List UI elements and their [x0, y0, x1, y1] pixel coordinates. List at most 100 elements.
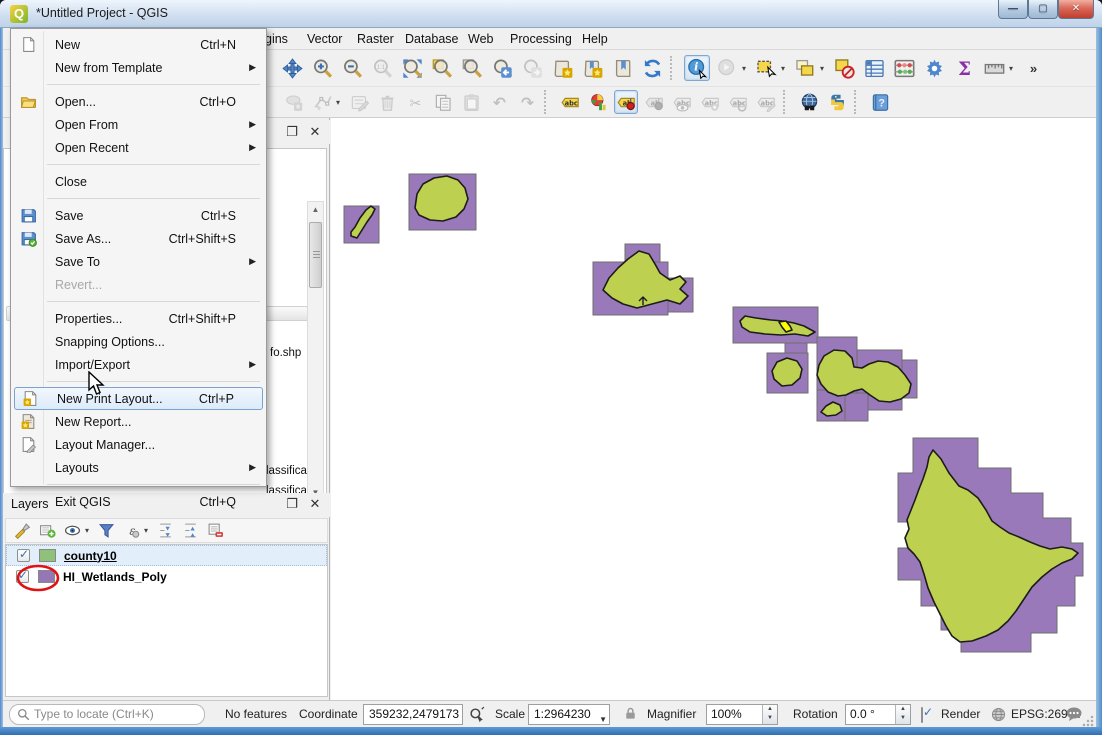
select-features-icon[interactable]	[753, 55, 779, 81]
browser-item-shapefile[interactable]: fo.shp	[270, 347, 301, 359]
map-canvas[interactable]	[331, 118, 1096, 700]
open-layer-styling-icon[interactable]	[11, 520, 34, 542]
cut-features-icon[interactable]: ✂	[403, 90, 427, 114]
deselect-features-icon[interactable]	[831, 55, 857, 81]
measure-line-dropdown-icon[interactable]: ▾	[1009, 55, 1018, 81]
scrollbar-thumb[interactable]	[309, 222, 322, 288]
spinner-arrows-icon[interactable]: ▲▼	[895, 705, 910, 724]
menu-item-revert[interactable]: Revert...	[13, 273, 264, 296]
spinner-arrows-icon[interactable]: ▲▼	[762, 705, 777, 724]
menu-item-snapping-options[interactable]: Snapping Options...	[13, 330, 264, 353]
manage-map-themes-icon[interactable]	[61, 520, 84, 542]
maximize-button[interactable]: ▢	[1028, 0, 1058, 19]
zoom-to-layer-icon[interactable]	[459, 55, 485, 81]
filter-by-expression-dropdown-icon[interactable]: ▾	[144, 518, 153, 544]
collapse-all-icon[interactable]	[179, 520, 202, 542]
crs-globe-icon[interactable]	[991, 707, 1006, 725]
metasearch-icon[interactable]	[797, 90, 821, 114]
menu-item-properties[interactable]: Properties...Ctrl+Shift+P	[13, 307, 264, 330]
menubar-item-help[interactable]: Help	[578, 31, 612, 47]
menu-item-save-to[interactable]: Save To▶	[13, 250, 264, 273]
processing-toolbox-icon[interactable]	[921, 55, 947, 81]
statistical-summary-icon[interactable]: Σ	[951, 55, 977, 81]
rotate-label-icon[interactable]: abc	[726, 90, 750, 114]
menu-item-open-recent[interactable]: Open Recent▶	[13, 136, 264, 159]
pan-map-icon[interactable]	[279, 55, 305, 81]
select-features-by-value-icon[interactable]	[792, 55, 818, 81]
menu-item-import-export[interactable]: Import/Export▶	[13, 353, 264, 376]
select-features-by-value-dropdown-icon[interactable]: ▾	[820, 55, 829, 81]
highlight-pinned-labels-icon[interactable]: ab	[642, 90, 666, 114]
move-label-diagram-icon[interactable]: abc	[698, 90, 722, 114]
show-hidden-labels-icon[interactable]: abc	[670, 90, 694, 114]
menubar-item-processing[interactable]: Processing	[506, 31, 576, 47]
filter-by-expression-icon[interactable]: ε	[120, 520, 143, 542]
basic-statistics-icon[interactable]	[891, 55, 917, 81]
zoom-last-icon[interactable]	[489, 55, 515, 81]
menubar-item-vector[interactable]: Vector	[303, 31, 346, 47]
help-icon[interactable]: ?	[868, 90, 892, 114]
new-spatial-bookmark-icon[interactable]	[549, 55, 575, 81]
select-features-dropdown-icon[interactable]: ▾	[781, 55, 790, 81]
menu-item-save[interactable]: SaveCtrl+S	[13, 204, 264, 227]
layer-name[interactable]: HI_Wetlands_Poly	[63, 570, 167, 584]
change-label-properties-icon[interactable]: abc	[754, 90, 778, 114]
locate-search-input[interactable]: Type to locate (Ctrl+K)	[9, 704, 205, 725]
manage-map-themes-dropdown-icon[interactable]: ▾	[85, 518, 94, 544]
coordinate-input[interactable]: 359232,2479173	[363, 704, 463, 725]
zoom-out-icon[interactable]	[339, 55, 365, 81]
show-spatial-bookmarks-icon[interactable]	[579, 55, 605, 81]
layer-diagram-options-icon[interactable]	[586, 90, 610, 114]
paste-features-icon[interactable]	[459, 90, 483, 114]
menubar-item-web[interactable]: Web	[464, 31, 497, 47]
toolbar-overflow-icon[interactable]: »	[1020, 55, 1046, 81]
render-checkbox[interactable]	[921, 708, 923, 722]
zoom-next-icon[interactable]	[519, 55, 545, 81]
layers-close-icon[interactable]: ✕	[306, 495, 324, 513]
menu-item-new[interactable]: NewCtrl+N	[13, 33, 264, 56]
vertex-tool-dropdown-icon[interactable]: ▾	[336, 89, 345, 115]
delete-selected-icon[interactable]	[375, 90, 399, 114]
menu-item-save-as[interactable]: Save As...Ctrl+Shift+S	[13, 227, 264, 250]
add-group-icon[interactable]	[36, 520, 59, 542]
layers-float-icon[interactable]: ❐	[283, 495, 301, 513]
modify-attributes-icon[interactable]	[347, 90, 371, 114]
scale-combobox[interactable]: 1:2964230 ▼	[528, 704, 610, 725]
extents-icon[interactable]	[469, 706, 486, 726]
close-button[interactable]: ✕	[1058, 0, 1094, 19]
run-feature-action-icon[interactable]	[714, 55, 740, 81]
browser-close-icon[interactable]: ✕	[306, 123, 324, 141]
menu-item-new-from-template[interactable]: New from Template▶	[13, 56, 264, 79]
menubar-item-raster[interactable]: Raster	[353, 31, 398, 47]
resize-grip[interactable]	[1082, 715, 1094, 727]
zoom-full-extent-icon[interactable]	[399, 55, 425, 81]
layer-labeling-options-icon[interactable]: abc	[558, 90, 582, 114]
copy-features-icon[interactable]	[431, 90, 455, 114]
expand-all-icon[interactable]	[154, 520, 177, 542]
messages-icon[interactable]	[1065, 706, 1083, 725]
lock-scale-icon[interactable]	[623, 706, 638, 724]
run-feature-action-dropdown-icon[interactable]: ▾	[742, 55, 751, 81]
magnifier-spinbox[interactable]: 100% ▲▼	[706, 704, 778, 725]
menu-item-close[interactable]: Close	[13, 170, 264, 193]
pin-unpin-labels-icon[interactable]: ab	[614, 90, 638, 114]
menu-item-new-report[interactable]: New Report...	[13, 410, 264, 433]
zoom-in-icon[interactable]	[309, 55, 335, 81]
menu-item-open[interactable]: Open...Ctrl+O	[13, 90, 264, 113]
menu-item-layouts[interactable]: Layouts▶	[13, 456, 264, 479]
refresh-map-icon[interactable]	[639, 55, 665, 81]
undo-icon[interactable]: ↶	[487, 90, 511, 114]
menu-item-new-print-layout[interactable]: New Print Layout...Ctrl+P	[14, 387, 263, 410]
open-attribute-table-icon[interactable]	[861, 55, 887, 81]
layer-name[interactable]: county10	[64, 549, 117, 563]
menu-item-layout-manager[interactable]: Layout Manager...	[13, 433, 264, 456]
redo-icon[interactable]: ↷	[515, 90, 539, 114]
menu-item-open-from[interactable]: Open From▶	[13, 113, 264, 136]
minimize-button[interactable]: —	[998, 0, 1028, 19]
zoom-to-selection-icon[interactable]	[429, 55, 455, 81]
browser-item-classification-1[interactable]: lassifica	[266, 465, 307, 477]
browser-vertical-scrollbar[interactable]: ▲ ▼	[307, 201, 324, 501]
identify-features-icon[interactable]: i	[684, 55, 710, 81]
measure-line-icon[interactable]	[981, 55, 1007, 81]
filter-legend-icon[interactable]	[95, 520, 118, 542]
